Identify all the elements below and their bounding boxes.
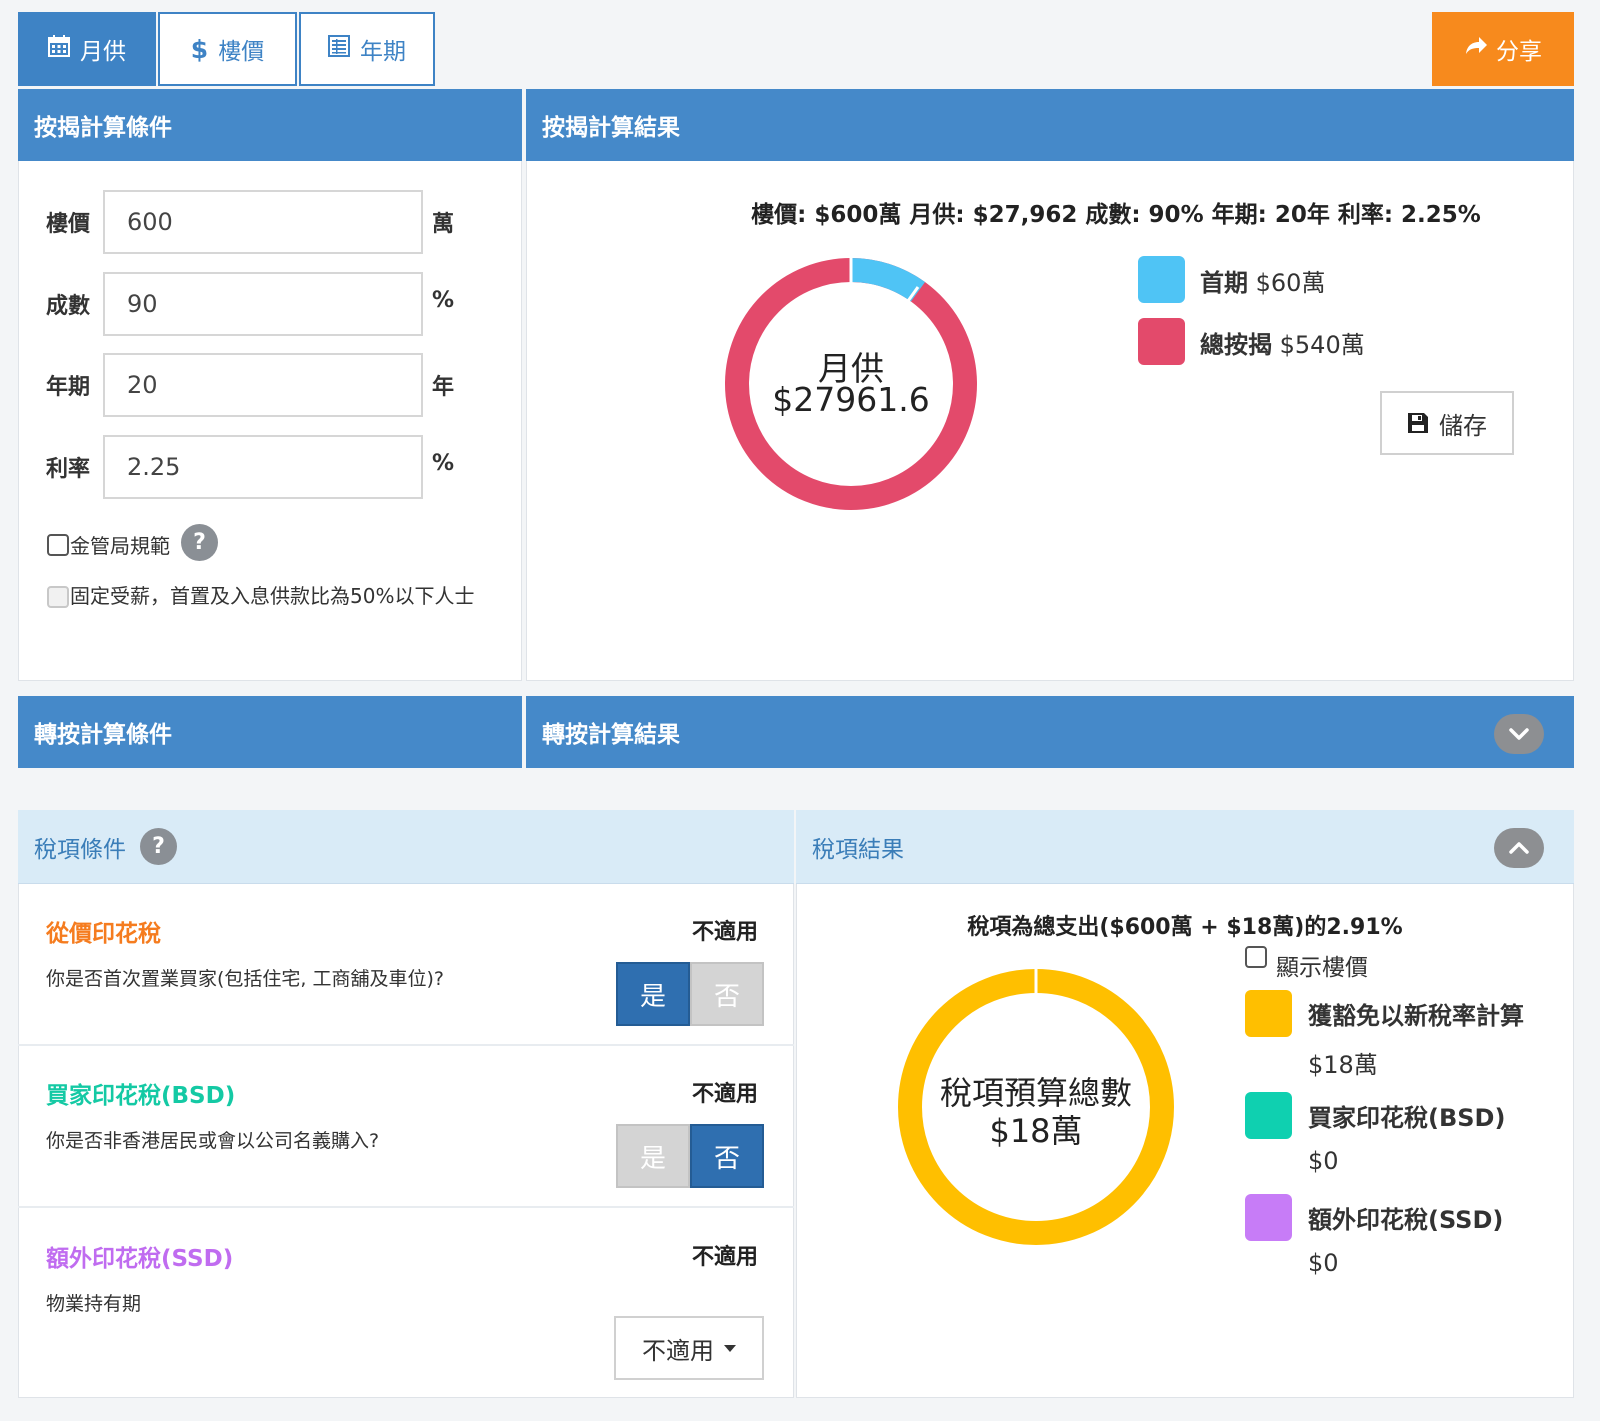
table-icon	[328, 35, 350, 63]
tax-donut-value: $18萬	[989, 1112, 1083, 1150]
legend-swatch-exempt	[1245, 990, 1292, 1037]
save-icon	[1407, 412, 1429, 434]
tab-label: 年期	[360, 39, 406, 65]
tab-label: 樓價	[218, 39, 265, 65]
tax-item-title-avd: 從價印花稅	[46, 921, 161, 947]
tax-item-question: 你是否首次置業買家(包括住宅, 工商舖及車位)?	[46, 968, 444, 990]
legend-swatch-loan	[1138, 318, 1185, 365]
expand-button[interactable]	[1494, 714, 1544, 754]
holding-period-dropdown[interactable]: 不適用	[614, 1316, 764, 1380]
legend-value: $60萬	[1255, 269, 1326, 297]
hkma-label: 金管局規範	[70, 534, 170, 558]
tax-item-title-ssd: 額外印花稅(SSD)	[46, 1246, 234, 1272]
legend-name: 首期	[1200, 269, 1248, 297]
field-unit-rate: %	[432, 451, 455, 476]
legend-downpayment: 首期 $60萬	[1200, 263, 1325, 298]
dollar-icon: $	[190, 34, 209, 64]
divider	[18, 1206, 794, 1208]
legend-value: $0	[1308, 1147, 1339, 1175]
dropdown-value: 不適用	[642, 1336, 714, 1365]
refinance-results-header[interactable]: 轉按計算結果	[526, 696, 1574, 768]
tax-results-header: 稅項結果	[796, 810, 1574, 884]
tab-loan-term[interactable]: 年期	[299, 12, 435, 86]
legend-name: 買家印花稅(BSD)	[1308, 1104, 1506, 1132]
legend-loan: 總按揭 $540萬	[1200, 325, 1365, 360]
collapse-button[interactable]	[1494, 828, 1544, 868]
legend-name: 獲豁免以新稅率計算	[1308, 1002, 1524, 1030]
divider	[18, 1044, 794, 1046]
caret-down-icon	[724, 1344, 736, 1352]
save-button[interactable]: 儲存	[1380, 391, 1514, 455]
tax-conditions-title: 稅項條件	[34, 836, 126, 863]
fixed-income-label: 固定受薪，首置及入息供款比為50%以下人士	[70, 584, 475, 608]
tax-item-question: 你是否非香港居民或會以公司名義購入?	[46, 1130, 380, 1152]
tax-conditions-header: 稅項條件	[18, 810, 794, 884]
legend-swatch-bsd	[1245, 1092, 1292, 1139]
field-label-ratio: 成數	[46, 294, 91, 319]
share-button[interactable]: 分享	[1432, 12, 1574, 86]
tax-item-status: 不適用	[692, 920, 759, 945]
show-price-label: 顯示樓價	[1276, 955, 1368, 981]
legend-name: 額外印花稅(SSD)	[1308, 1206, 1504, 1234]
hkma-checkbox[interactable]	[47, 534, 69, 556]
fixed-income-checkbox[interactable]	[47, 586, 69, 608]
legend-value: $540萬	[1279, 331, 1365, 359]
field-unit-ratio: %	[432, 288, 455, 313]
share-label: 分享	[1496, 39, 1542, 65]
legend-value: $18萬	[1308, 1051, 1378, 1079]
mortgage-results-panel	[526, 89, 1574, 681]
chevron-up-icon	[1509, 842, 1529, 854]
calendar-icon	[48, 35, 70, 63]
field-label-rate: 利率	[46, 457, 91, 482]
tax-summary: 稅項為總支出($600萬 + $18萬)的2.91%	[967, 915, 1403, 940]
loan-ratio-input[interactable]: 90	[103, 272, 423, 336]
share-icon	[1464, 36, 1488, 62]
non-resident-no-button[interactable]: 否	[690, 1124, 764, 1188]
mortgage-donut-value: $27961.6	[772, 380, 930, 419]
help-icon[interactable]: ?	[181, 524, 218, 561]
legend-name: 總按揭	[1200, 331, 1272, 359]
refinance-conditions-header[interactable]: 轉按計算條件	[18, 696, 522, 768]
chevron-down-icon	[1509, 728, 1529, 740]
tax-item-status: 不適用	[692, 1245, 759, 1270]
tab-monthly-payment[interactable]: 月供	[18, 12, 156, 86]
non-resident-yes-button[interactable]: 是	[616, 1124, 690, 1188]
help-icon[interactable]: ?	[140, 828, 177, 865]
price-input[interactable]: 600	[103, 190, 423, 254]
mortgage-conditions-header: 按揭計算條件	[18, 89, 522, 161]
loan-term-input[interactable]: 20	[103, 353, 423, 417]
field-label-price: 樓價	[46, 212, 91, 237]
legend-swatch-downpayment	[1138, 256, 1185, 303]
first-time-buyer-no-button[interactable]: 否	[690, 962, 764, 1026]
first-time-buyer-yes-button[interactable]: 是	[616, 962, 690, 1026]
tax-item-status: 不適用	[692, 1082, 759, 1107]
field-label-term: 年期	[46, 375, 91, 400]
save-label: 儲存	[1439, 411, 1487, 440]
legend-swatch-ssd	[1245, 1194, 1292, 1241]
show-price-checkbox[interactable]	[1245, 946, 1267, 968]
mortgage-summary: 樓價: $600萬 月供: $27,962 成數: 90% 年期: 20年 利率…	[751, 202, 1481, 228]
field-unit-price: 萬	[432, 212, 455, 237]
field-unit-term: 年	[432, 375, 455, 400]
legend-value: $0	[1308, 1249, 1339, 1277]
tab-property-price[interactable]: $ 樓價	[158, 12, 297, 86]
mortgage-results-header: 按揭計算結果	[526, 89, 1574, 161]
tax-item-question: 物業持有期	[46, 1293, 142, 1315]
interest-rate-input[interactable]: 2.25	[103, 435, 423, 499]
tab-label: 月供	[80, 39, 126, 65]
tax-item-title-bsd: 買家印花稅(BSD)	[46, 1083, 236, 1109]
